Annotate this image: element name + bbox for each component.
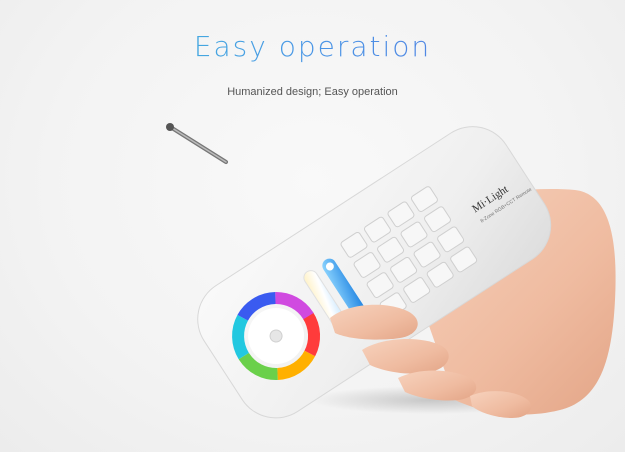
product-banner: Easy operation Humanized design; Easy op… [0,0,625,452]
antenna-icon [166,123,228,164]
remote-in-hand-illustration: Mi·Light 8-Zone RGB+CCT Remote [166,123,616,419]
